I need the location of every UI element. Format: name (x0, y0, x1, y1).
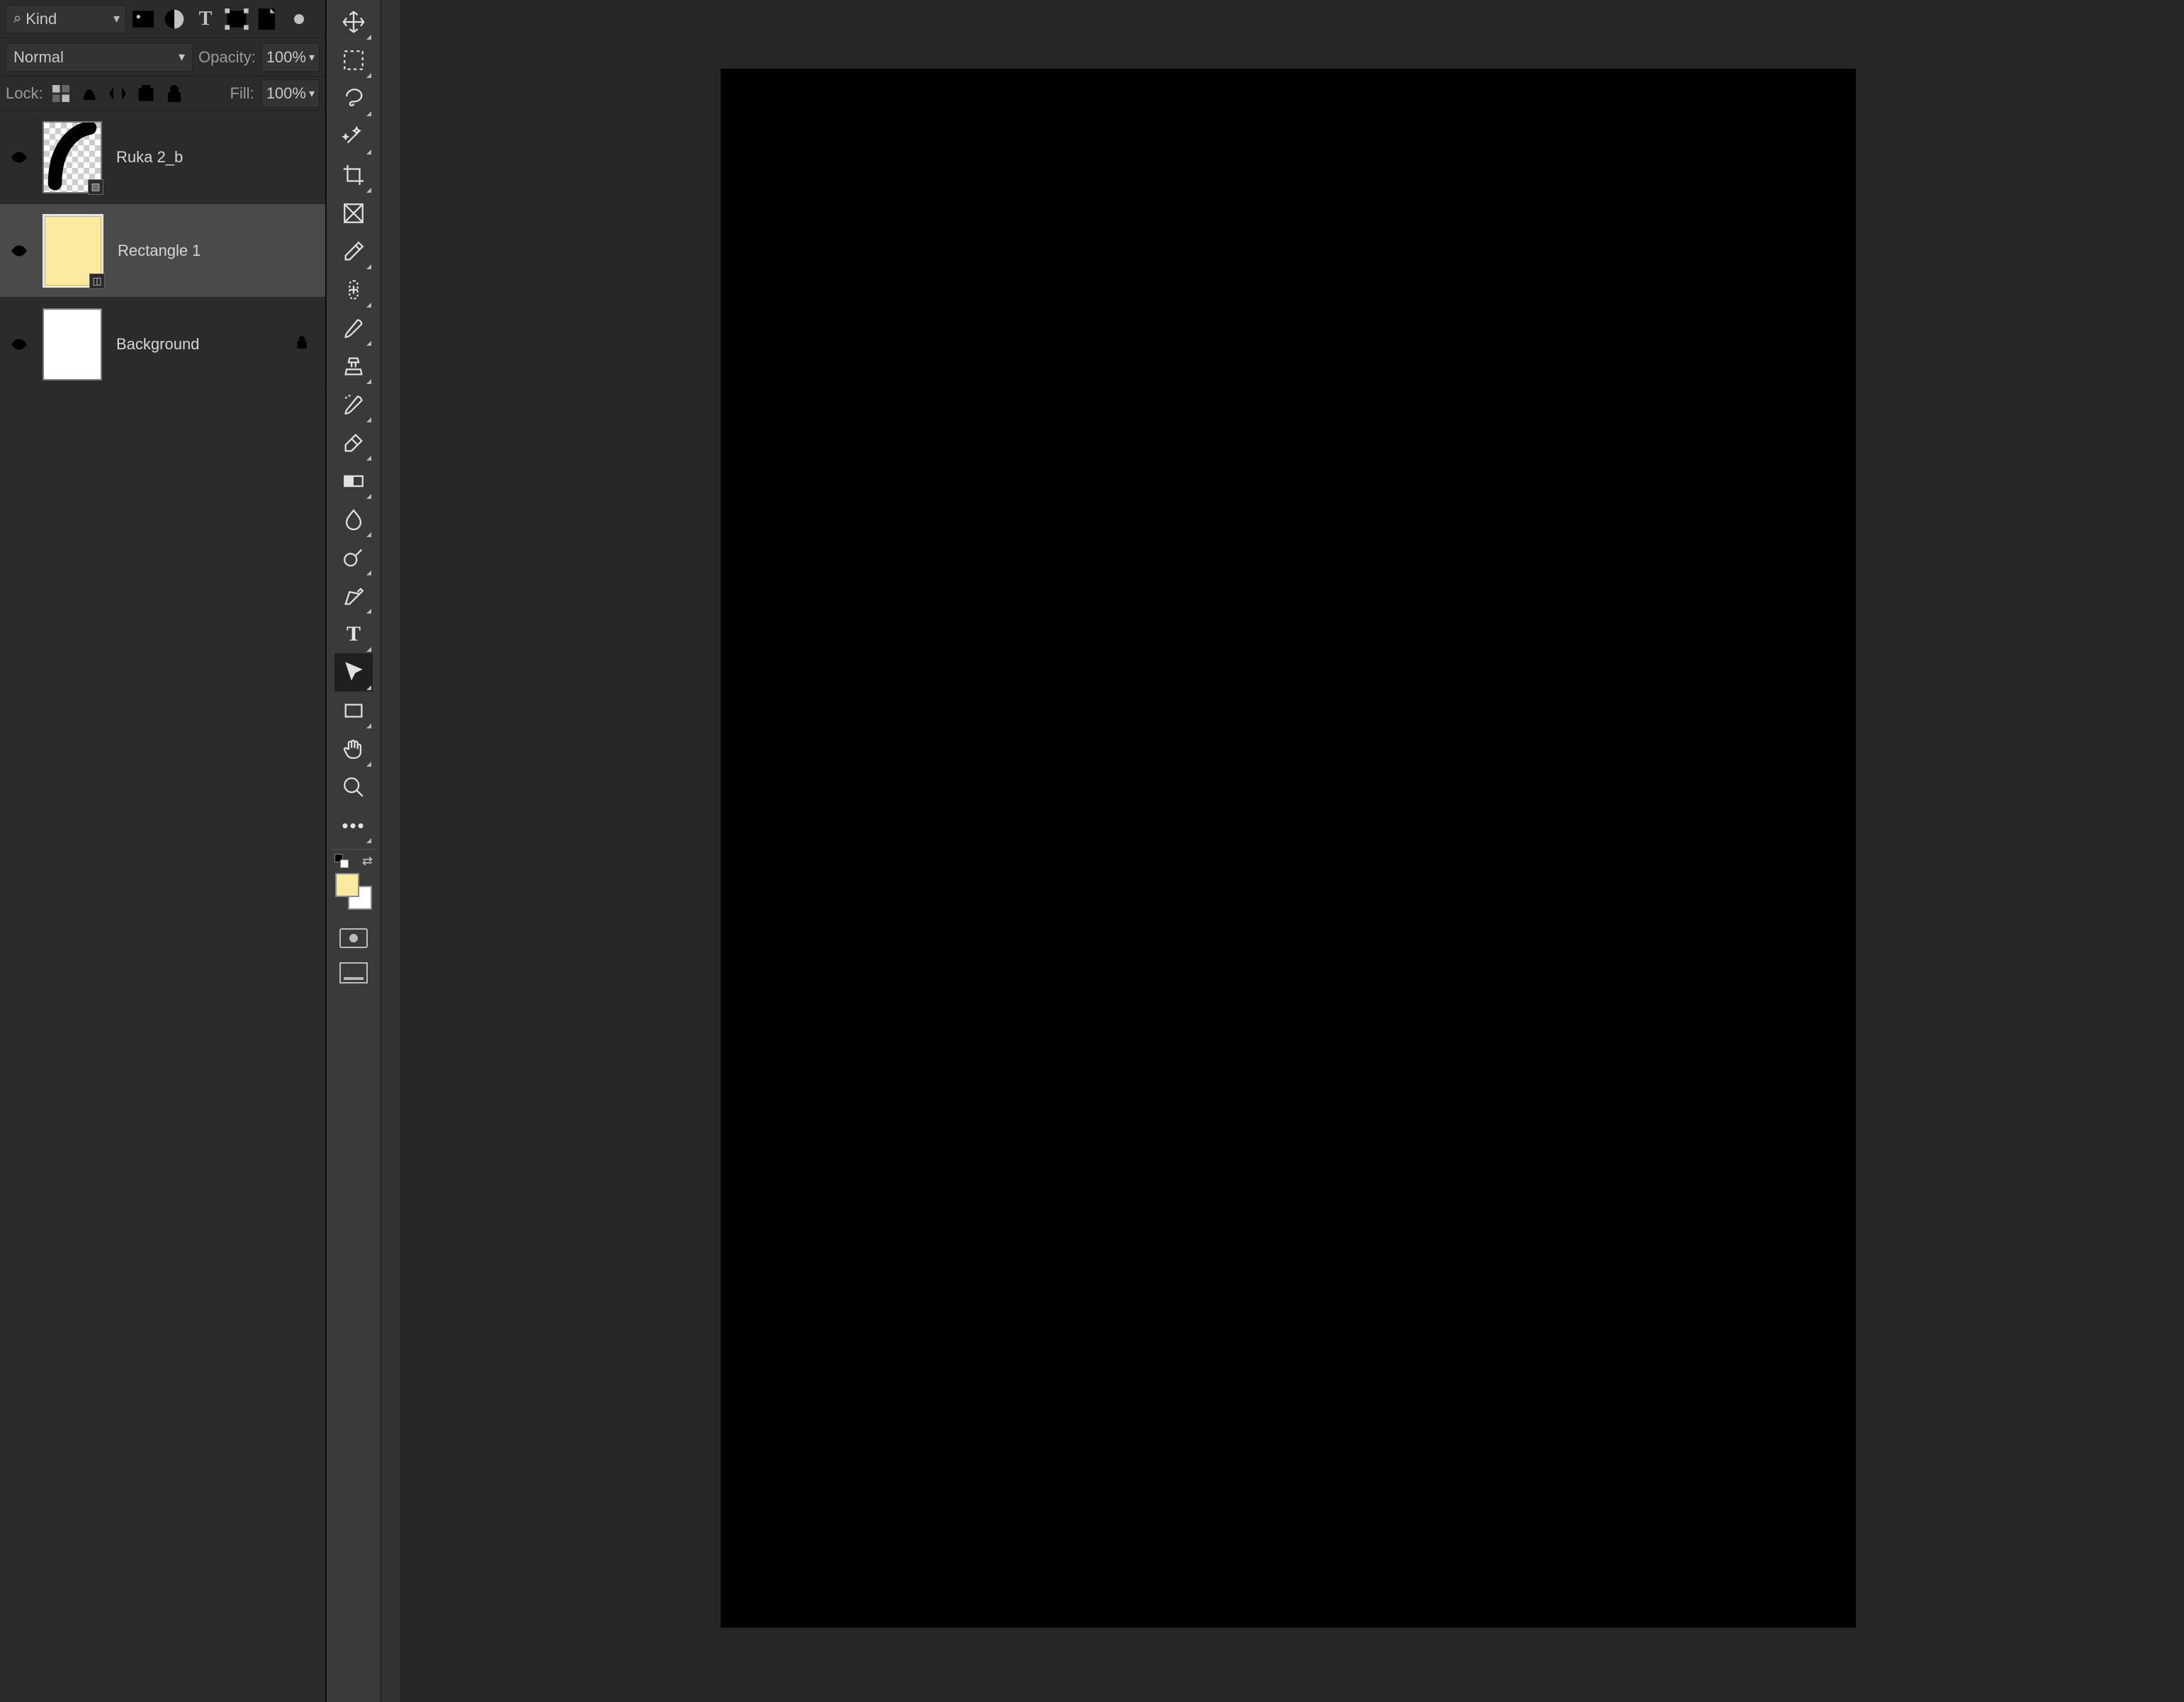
edit-toolbar-button[interactable]: ••• (334, 806, 373, 845)
brush-tool[interactable] (334, 309, 373, 347)
eyedropper-tool[interactable] (334, 232, 373, 271)
screen-mode-toggle[interactable] (339, 962, 368, 984)
layer-lock-row: Lock: Fill: 100% (0, 77, 325, 111)
opacity-value: 100% (266, 48, 306, 67)
path-selection-tool[interactable] (334, 653, 373, 692)
layer-row[interactable]: ▧ Ruka 2_b (0, 111, 325, 204)
swatch-controls: ⇄ (334, 854, 373, 869)
lock-position-icon[interactable] (107, 83, 128, 104)
default-colors-icon[interactable] (334, 854, 349, 868)
filter-toggle-dot[interactable] (285, 5, 313, 33)
search-icon: ⌕ (13, 11, 21, 27)
color-swatches (335, 873, 372, 910)
separator (332, 849, 375, 850)
blur-tool[interactable] (334, 500, 373, 539)
layer-thumbnail[interactable] (43, 308, 102, 381)
hand-tool[interactable] (334, 730, 373, 768)
lock-artboard-icon[interactable] (135, 83, 157, 104)
dodge-tool[interactable] (334, 539, 373, 577)
toolbar: T ••• ⇄ (326, 0, 381, 1702)
type-tool[interactable]: T (334, 615, 373, 653)
filter-shape-icon[interactable] (223, 5, 251, 33)
layer-thumbnail[interactable]: ◫ (43, 214, 103, 288)
lock-image-icon[interactable] (79, 83, 100, 104)
visibility-toggle-icon[interactable] (10, 242, 28, 260)
marquee-tool[interactable] (334, 41, 373, 79)
gradient-tool[interactable] (334, 462, 373, 500)
chevron-down-icon (179, 50, 185, 64)
filter-pixel-icon[interactable] (129, 5, 157, 33)
quick-mask-toggle[interactable] (339, 928, 368, 948)
fill-label[interactable]: Fill: (230, 84, 254, 103)
layer-row[interactable]: ◫ Rectangle 1 (0, 204, 325, 298)
chevron-down-icon (309, 50, 315, 64)
layer-filter-row: ⌕ T (0, 0, 325, 38)
foreground-color-swatch[interactable] (335, 873, 359, 897)
shape-layer-badge-icon: ◫ (89, 274, 105, 289)
lasso-tool[interactable] (334, 79, 373, 118)
pen-tool[interactable] (334, 577, 373, 615)
chevron-down-icon (113, 11, 120, 26)
swap-colors-icon[interactable]: ⇄ (362, 854, 373, 869)
opacity-value-input[interactable]: 100% (261, 43, 320, 72)
crop-tool[interactable] (334, 156, 373, 194)
clone-stamp-tool[interactable] (334, 347, 373, 385)
layer-name[interactable]: Ruka 2_b (116, 148, 315, 167)
filter-type-icon[interactable]: T (191, 5, 220, 33)
layer-name[interactable]: Background (116, 335, 280, 354)
magic-wand-tool[interactable] (334, 118, 373, 156)
frame-tool[interactable] (334, 194, 373, 232)
blend-mode-value: Normal (13, 48, 64, 67)
layer-filter-kind-select[interactable]: ⌕ (6, 5, 126, 33)
history-brush-tool[interactable] (334, 385, 373, 424)
visibility-toggle-icon[interactable] (10, 148, 28, 167)
layer-thumbnail[interactable]: ▧ (43, 121, 102, 193)
vertical-scrollbar[interactable] (381, 0, 401, 1702)
lock-label: Lock: (6, 84, 43, 103)
rectangle-shape-tool[interactable] (334, 692, 373, 730)
fill-value: 100% (266, 84, 306, 103)
chevron-down-icon (309, 86, 315, 101)
healing-brush-tool[interactable] (334, 271, 373, 309)
lock-all-icon[interactable] (164, 83, 185, 104)
zoom-tool[interactable] (334, 768, 373, 806)
lock-indicator-icon[interactable] (294, 334, 315, 354)
fill-value-input[interactable]: 100% (261, 79, 320, 108)
filter-adjust-icon[interactable] (160, 5, 188, 33)
filter-smart-icon[interactable] (254, 5, 282, 33)
lock-transparency-icon[interactable] (50, 83, 72, 104)
canvas-area[interactable] (381, 0, 2184, 1702)
layer-blend-row: Normal Opacity: 100% (0, 38, 325, 77)
filter-kind-input[interactable] (26, 10, 89, 28)
blend-mode-select[interactable]: Normal (6, 43, 193, 72)
eraser-tool[interactable] (334, 424, 373, 462)
layer-name[interactable]: Rectangle 1 (118, 242, 315, 260)
layer-list: ▧ Ruka 2_b ◫ Rectangle 1 Background (0, 111, 325, 1702)
smart-object-badge-icon: ▧ (88, 179, 103, 195)
opacity-label[interactable]: Opacity: (198, 48, 256, 67)
artboard[interactable] (721, 69, 1855, 1627)
layer-row[interactable]: Background (0, 298, 325, 391)
move-tool[interactable] (334, 3, 373, 41)
visibility-toggle-icon[interactable] (10, 335, 28, 354)
layers-panel: ⌕ T Normal Opacity: (0, 0, 326, 1702)
